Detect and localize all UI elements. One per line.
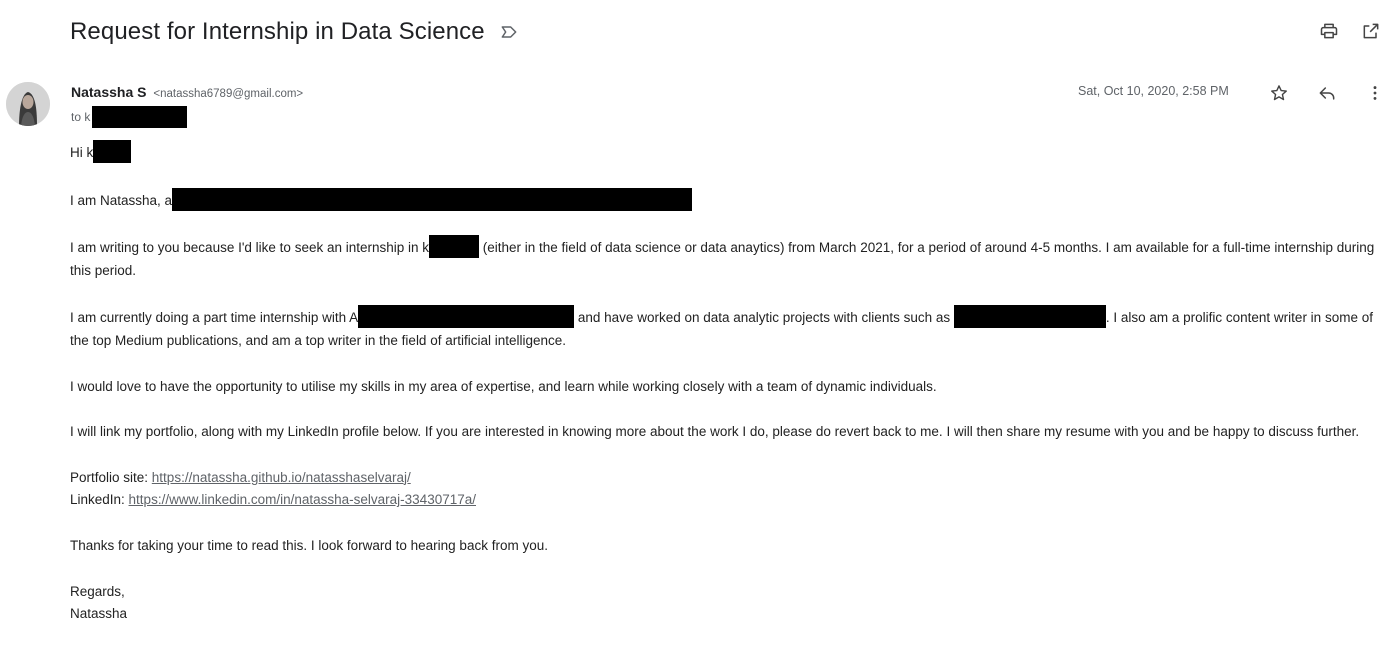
redaction-bar	[953, 305, 1106, 329]
open-in-new-icon[interactable]	[1360, 20, 1382, 42]
email-body: Hi k I am Natassha, a I am writing to yo…	[70, 140, 1380, 649]
intro-text: I am Natassha, a	[70, 192, 173, 208]
portfolio-line: Portfolio site: https://natassha.github.…	[70, 467, 1380, 490]
sender-email: <natassha6789@gmail.com>	[153, 88, 304, 100]
print-icon[interactable]	[1318, 20, 1340, 42]
intro-paragraph: I am Natassha, a	[70, 187, 1380, 213]
linkedin-line: LinkedIn: https://www.linkedin.com/in/na…	[70, 489, 1380, 512]
linkedin-label: LinkedIn:	[70, 492, 129, 508]
label-outline-icon[interactable]	[499, 22, 519, 42]
closing-line: Regards,	[70, 583, 125, 599]
redaction-bar	[92, 106, 188, 128]
paragraph-opportunity: I would love to have the opportunity to …	[70, 378, 937, 394]
redaction-bar	[429, 235, 480, 259]
paragraph-text: and have worked on data analytic project…	[574, 310, 954, 326]
email-subject: Request for Internship in Data Science	[70, 18, 485, 45]
paragraph-internship-request: I am writing to you because I'd like to …	[70, 235, 1380, 282]
signature-line: Natassha	[70, 606, 128, 622]
star-outline-icon[interactable]	[1268, 82, 1290, 104]
recipient-prefix: to k	[71, 110, 91, 124]
thanks-line: Thanks for taking your time to read this…	[70, 537, 548, 553]
sender-name[interactable]: Natassha S	[71, 84, 146, 100]
paragraph-text: I am currently doing a part time interns…	[70, 310, 359, 326]
portfolio-link[interactable]: https://natassha.github.io/natasshaselva…	[152, 470, 411, 485]
sender-row: Natassha S <natassha6789@gmail.com>	[71, 84, 303, 100]
top-actions	[1318, 20, 1382, 42]
avatar[interactable]	[6, 82, 50, 126]
paragraph-text: I am writing to you because I'd like to …	[70, 240, 430, 256]
reply-icon[interactable]	[1316, 82, 1338, 104]
greeting-line: Hi k	[70, 140, 1380, 165]
email-date: Sat, Oct 10, 2020, 2:58 PM	[1078, 84, 1229, 98]
portfolio-label: Portfolio site:	[70, 469, 152, 485]
redaction-bar	[93, 140, 132, 163]
paragraph-experience: I am currently doing a part time interns…	[70, 305, 1380, 352]
message-actions	[1268, 82, 1386, 104]
linkedin-link[interactable]: https://www.linkedin.com/in/natassha-sel…	[129, 492, 476, 507]
more-vert-icon[interactable]	[1364, 82, 1386, 104]
greeting: Hi k	[70, 145, 94, 160]
subject-row: Request for Internship in Data Science	[70, 14, 519, 50]
recipient-row: to k	[71, 106, 188, 128]
paragraph-portfolio-intro: I will link my portfolio, along with my …	[70, 424, 1360, 440]
redaction-bar	[358, 305, 575, 329]
redaction-bar	[172, 187, 693, 211]
